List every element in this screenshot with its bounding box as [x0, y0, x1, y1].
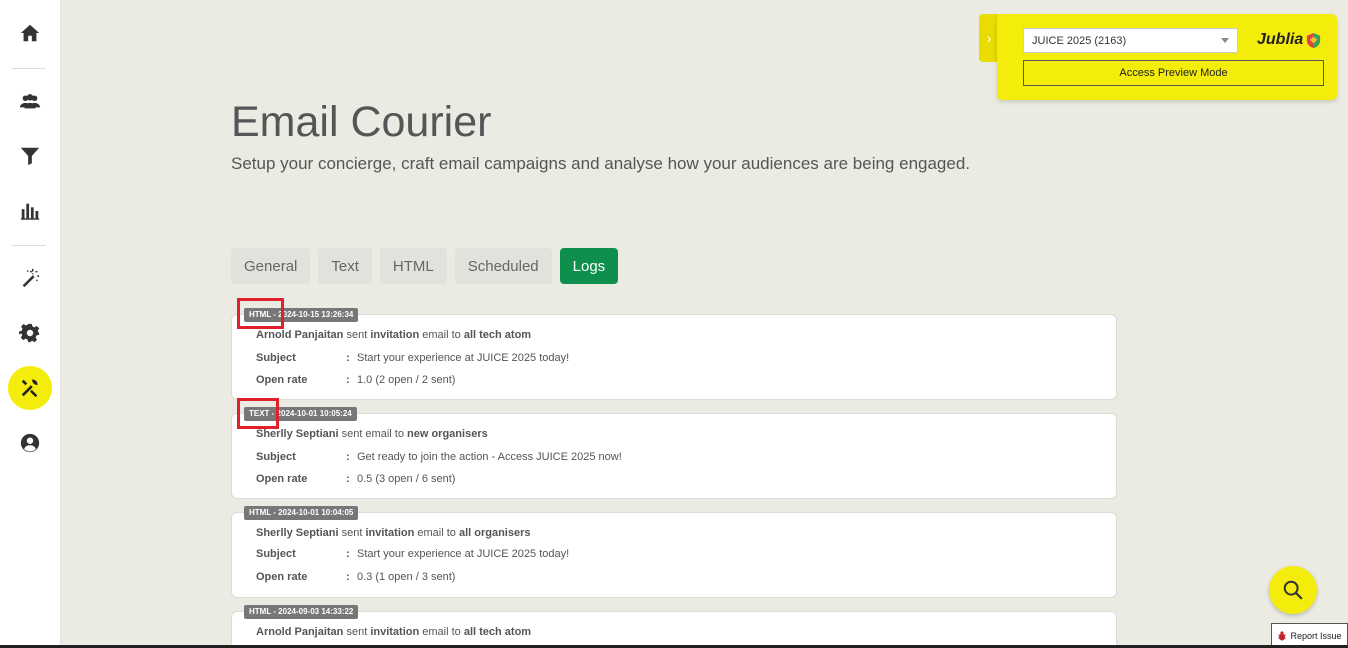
rate-label: Open rate — [256, 571, 308, 583]
log-verb: sent — [343, 329, 371, 341]
log-rate-row: Open rate:0.5 (3 open / 6 sent) — [256, 473, 455, 485]
tab-general[interactable]: General — [231, 248, 311, 284]
log-card: HTML - 2024-10-15 13:26:34 Arnold Panjai… — [231, 308, 1117, 400]
chevron-right-icon: › — [986, 30, 992, 46]
sidebar-item-analytics[interactable] — [8, 189, 52, 233]
tab-logs[interactable]: Logs — [559, 248, 619, 284]
separator: : — [346, 473, 350, 485]
log-audience: new organisers — [407, 428, 488, 440]
sidebar-divider — [12, 245, 46, 246]
log-mid: email to — [419, 626, 464, 638]
log-subject-row: Subject: Get ready to join the action - A… — [256, 451, 622, 463]
tools-icon — [21, 379, 38, 398]
log-sender: Sherlly Septiani — [256, 527, 339, 539]
sidebar-item-magic[interactable] — [8, 256, 52, 300]
subject-label: Subject — [256, 548, 296, 560]
tab-text[interactable]: Text — [318, 248, 372, 284]
tab-html[interactable]: HTML — [379, 248, 447, 284]
brand-logo: Jublia — [1257, 31, 1321, 49]
log-sender: Arnold Panjaitan — [256, 626, 344, 638]
subject-value: Start your experience at JUICE 2025 toda… — [357, 548, 570, 560]
log-summary: Sherlly Septiani sent invitation email t… — [256, 527, 531, 539]
chevron-down-icon — [1221, 38, 1229, 43]
tab-scheduled[interactable]: Scheduled — [454, 248, 552, 284]
log-type-badge: HTML - 2024-09-03 14:33:22 — [244, 605, 359, 619]
rate-label: Open rate — [256, 374, 308, 386]
sidebar — [0, 0, 61, 648]
log-audience: all organisers — [458, 527, 531, 539]
log-summary: Arnold Panjaitan sent invitation email t… — [256, 329, 531, 341]
gear-icon — [19, 323, 40, 343]
sidebar-divider — [12, 68, 46, 69]
sidebar-item-people[interactable] — [8, 79, 52, 123]
user-circle-icon — [20, 433, 40, 453]
log-rate-row: Open rate:1.0 (2 open / 2 sent) — [256, 374, 455, 386]
log-audience: all tech atom — [463, 329, 532, 341]
log-sender: Arnold Panjaitan — [256, 329, 344, 341]
rate-value: 1.0 (2 open / 2 sent) — [357, 374, 456, 386]
log-rate-row: Open rate:0.3 (1 open / 3 sent) — [256, 571, 455, 583]
filter-icon — [20, 147, 40, 166]
page-subtitle: Setup your concierge, craft email campai… — [231, 154, 971, 173]
log-verb: sent — [343, 626, 371, 638]
separator: : — [346, 571, 350, 583]
log-verb: sent — [338, 527, 366, 539]
search-button[interactable] — [1269, 566, 1317, 614]
bar-chart-icon — [20, 203, 40, 220]
rate-value: 0.5 (3 open / 6 sent) — [357, 473, 456, 485]
subject-label: Subject — [256, 451, 296, 463]
log-sender: Sherlly Septiani — [256, 428, 339, 440]
shield-logo-icon — [1307, 32, 1321, 48]
annotation-highlight-box — [237, 398, 279, 429]
bug-icon — [1278, 630, 1287, 640]
brand-name: Jublia — [1257, 31, 1304, 48]
separator: : — [346, 451, 350, 463]
event-select[interactable]: JUICE 2025 (2163) — [1023, 28, 1238, 53]
sidebar-item-filter[interactable] — [8, 134, 52, 178]
separator: : — [346, 352, 350, 364]
log-mid: email to — [414, 527, 459, 539]
rate-label: Open rate — [256, 473, 308, 485]
log-kind: invitation — [370, 329, 420, 341]
log-subject-row: Subject: Start your experience at JUICE 2… — [256, 352, 569, 364]
log-audience: all tech atom — [463, 626, 532, 638]
separator: : — [346, 548, 350, 560]
annotation-highlight-box — [237, 298, 284, 329]
page-title: Email Courier — [231, 98, 492, 146]
subject-value: Get ready to join the action - Access JU… — [357, 451, 622, 463]
log-mid: email to — [419, 329, 464, 341]
sidebar-item-settings[interactable] — [8, 311, 52, 355]
magic-wand-icon — [22, 268, 40, 288]
sidebar-item-profile[interactable] — [8, 421, 52, 465]
search-icon — [1283, 580, 1303, 600]
subject-value: Start your experience at JUICE 2025 toda… — [357, 352, 570, 364]
event-select-value: JUICE 2025 (2163) — [1032, 34, 1127, 47]
home-icon — [20, 24, 40, 42]
log-card: HTML - 2024-10-01 10:04:05 Sherlly Septi… — [231, 506, 1117, 598]
rate-value: 0.3 (1 open / 3 sent) — [357, 571, 456, 583]
event-panel: JUICE 2025 (2163) Jublia Access Preview … — [997, 14, 1337, 100]
sidebar-item-home[interactable] — [8, 11, 52, 55]
panel-collapse-toggle[interactable]: › — [979, 14, 999, 62]
people-icon — [19, 94, 41, 109]
tab-bar: General Text HTML Scheduled Logs — [231, 248, 619, 284]
log-card: HTML - 2024-09-03 14:33:22 Arnold Panjai… — [231, 605, 1117, 648]
log-card: TEXT - 2024-10-01 10:05:24 Sherlly Septi… — [231, 407, 1117, 499]
log-kind: invitation — [365, 527, 415, 539]
report-issue-label: Report Issue — [1290, 630, 1342, 641]
subject-label: Subject — [256, 352, 296, 364]
separator: : — [346, 374, 350, 386]
log-subject-row: Subject: Start your experience at JUICE 2… — [256, 548, 569, 560]
log-type-badge: HTML - 2024-10-01 10:04:05 — [244, 506, 359, 520]
log-summary: Sherlly Septiani sent email to new organ… — [256, 428, 488, 440]
log-kind: invitation — [370, 626, 420, 638]
log-summary: Arnold Panjaitan sent invitation email t… — [256, 626, 531, 638]
log-verb: sent email to — [338, 428, 408, 440]
access-preview-mode-button[interactable]: Access Preview Mode — [1023, 60, 1324, 86]
sidebar-item-tools[interactable] — [8, 366, 52, 410]
